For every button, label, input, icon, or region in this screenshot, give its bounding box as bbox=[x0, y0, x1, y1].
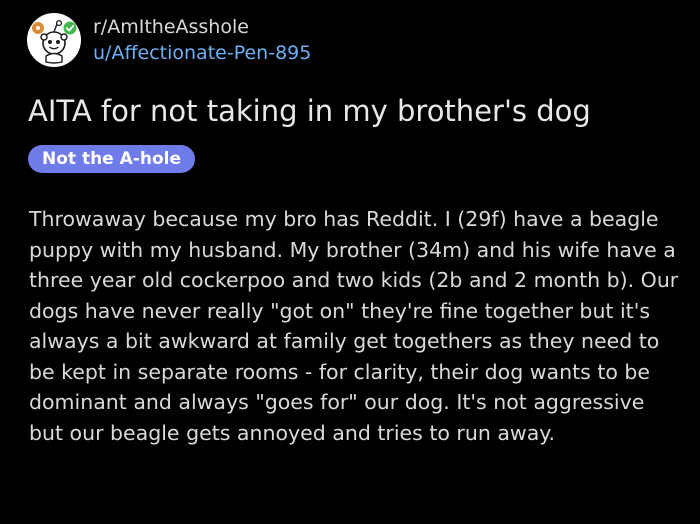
post-body: Throwaway because my bro has Reddit. I (… bbox=[29, 207, 679, 445]
post-title[interactable]: AITA for not taking in my brother's dog bbox=[28, 92, 591, 130]
post-meta: r/AmItheAsshole u/Affectionate-Pen-895 bbox=[93, 15, 311, 66]
subreddit-link[interactable]: r/AmItheAsshole bbox=[93, 15, 311, 39]
post-header: r/AmItheAsshole u/Affectionate-Pen-895 bbox=[27, 13, 311, 67]
post-flair-badge[interactable]: Not the A-hole bbox=[28, 145, 195, 173]
snoo-avatar-icon[interactable] bbox=[27, 13, 81, 67]
author-link[interactable]: u/Affectionate-Pen-895 bbox=[93, 40, 311, 66]
